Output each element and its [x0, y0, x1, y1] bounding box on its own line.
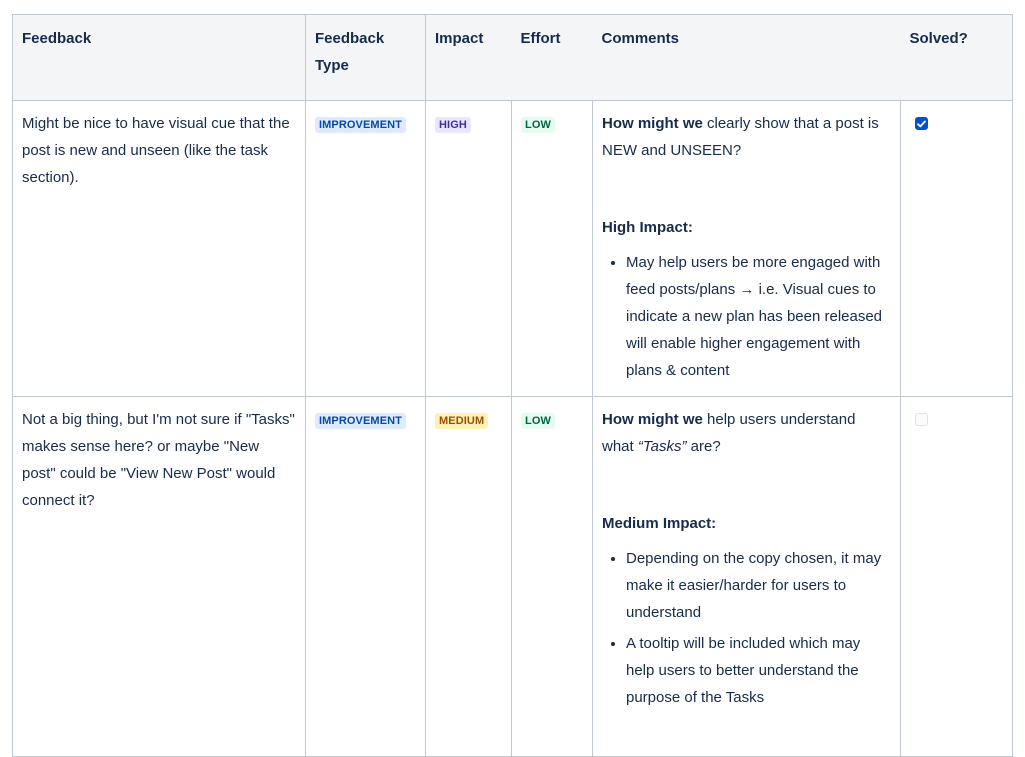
feedback-cell: Not a big thing, but I'm not sure if "Ta…: [12, 396, 306, 757]
effort-cell: LOW: [511, 100, 593, 397]
checkmark-icon: [917, 120, 926, 127]
hmw-emphasis: “Tasks”: [637, 438, 687, 455]
comments-cell: How might we help users understand what …: [592, 396, 901, 757]
effort-lozenge: LOW: [521, 117, 555, 133]
table-row: Not a big thing, but I'm not sure if "Ta…: [12, 396, 1013, 757]
list-item: A tooltip will be included which may hel…: [626, 630, 891, 711]
solved-cell: [900, 396, 1013, 757]
feedback-type-cell: IMPROVEMENT: [305, 100, 426, 397]
type-lozenge: IMPROVEMENT: [315, 117, 406, 133]
comments-cell: How might we clearly show that a post is…: [592, 100, 901, 397]
impact-lozenge: HIGH: [435, 117, 471, 133]
hmw-question: How might we clearly show that a post is…: [602, 110, 891, 164]
header-solved: Solved?: [900, 14, 1013, 101]
effort-lozenge: LOW: [521, 413, 555, 429]
effort-cell: LOW: [511, 396, 593, 757]
solved-checkbox-checked[interactable]: [915, 117, 928, 130]
impact-lozenge: MEDIUM: [435, 413, 489, 429]
feedback-table: Feedback Feedback Type Impact Effort Com…: [12, 14, 1013, 757]
solved-checkbox-unchecked[interactable]: [915, 413, 928, 426]
hmw-label: How might we: [602, 115, 703, 132]
header-comments: Comments: [592, 14, 901, 101]
header-feedback: Feedback: [12, 14, 306, 101]
table-row: Might be nice to have visual cue that th…: [12, 100, 1013, 397]
hmw-label: How might we: [602, 411, 703, 428]
header-feedback-type: Feedback Type: [305, 14, 426, 101]
impact-cell: MEDIUM: [425, 396, 512, 757]
hmw-tail: are?: [686, 438, 721, 455]
impact-title: High Impact:: [602, 219, 693, 236]
solved-cell: [900, 100, 1013, 397]
feedback-table-container: Feedback Feedback Type Impact Effort Com…: [12, 14, 1013, 757]
list-item: May help users be more engaged with feed…: [626, 249, 891, 384]
feedback-type-cell: IMPROVEMENT: [305, 396, 426, 757]
header-impact: Impact: [425, 14, 512, 101]
list-item: Depending on the copy chosen, it may mak…: [626, 545, 891, 626]
header-effort: Effort: [511, 14, 593, 101]
impact-title: Medium Impact:: [602, 515, 717, 532]
feedback-cell: Might be nice to have visual cue that th…: [12, 100, 306, 397]
impact-bullet-list: May help users be more engaged with feed…: [602, 249, 891, 384]
hmw-question: How might we help users understand what …: [602, 406, 891, 460]
impact-bullet-list: Depending on the copy chosen, it may mak…: [602, 545, 891, 711]
table-header-row: Feedback Feedback Type Impact Effort Com…: [12, 14, 1013, 101]
impact-cell: HIGH: [425, 100, 512, 397]
type-lozenge: IMPROVEMENT: [315, 413, 406, 429]
